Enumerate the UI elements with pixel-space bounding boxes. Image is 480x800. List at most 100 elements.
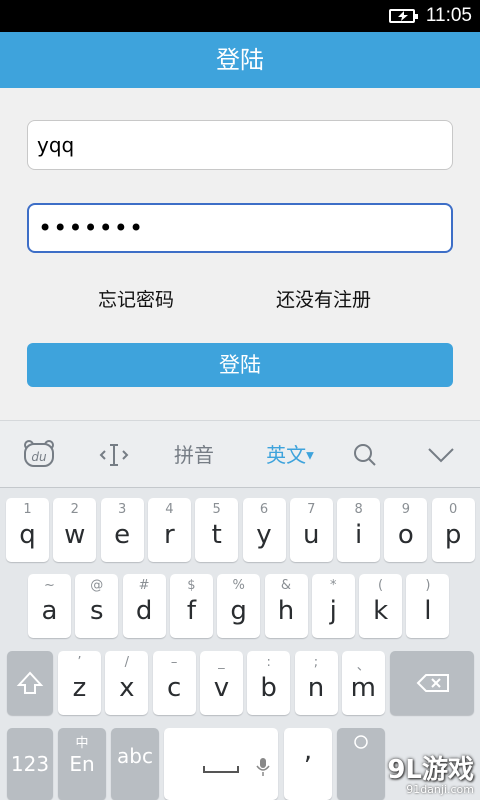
key-w[interactable]: 2w xyxy=(53,498,97,562)
password-field[interactable]: ••••••• xyxy=(27,203,453,253)
key-hint: ( xyxy=(378,578,384,593)
language-key-label: En xyxy=(69,752,95,776)
key-i[interactable]: 8i xyxy=(337,498,381,562)
space-key[interactable] xyxy=(164,728,278,800)
key-n[interactable]: ; n xyxy=(294,651,338,715)
key-hint: ; xyxy=(313,655,319,670)
backspace-key[interactable] xyxy=(390,651,474,715)
key-f[interactable]: $ f xyxy=(169,574,213,638)
key-label: n xyxy=(307,673,325,703)
emoji-key[interactable] xyxy=(337,728,385,800)
key-t[interactable]: 5t xyxy=(195,498,239,562)
key-y[interactable]: 6y xyxy=(242,498,286,562)
key-hint: ’ xyxy=(77,655,82,670)
key-hint: # xyxy=(138,578,150,593)
key-hint: : xyxy=(266,655,271,670)
cursor-move-icon[interactable] xyxy=(97,421,131,489)
keyboard: 1q2w3e4r5t6y7u8i9o0p ~ a @ s # d $ f% g & h * j(k) l … xyxy=(0,488,480,800)
numbers-key-label: 123 xyxy=(10,752,50,776)
key-p[interactable]: 0p xyxy=(431,498,475,562)
login-button[interactable]: 登陆 xyxy=(27,343,453,387)
key-hint: / xyxy=(124,655,129,670)
key-e[interactable]: 3e xyxy=(100,498,144,562)
ime-logo-text: du xyxy=(31,450,47,464)
key-label: g xyxy=(230,596,247,626)
forgot-password-link[interactable]: 忘记密码 xyxy=(98,285,174,312)
key-hint: ~ xyxy=(44,578,55,593)
key-label: y xyxy=(256,520,272,550)
shift-icon xyxy=(16,671,44,694)
key-label: a xyxy=(41,596,58,626)
key-z[interactable]: ’ z xyxy=(58,651,101,715)
key-h[interactable]: & h xyxy=(264,574,308,638)
key-hint: 1 xyxy=(23,502,32,517)
key-u[interactable]: 7u xyxy=(289,498,333,562)
comma-key[interactable]: , xyxy=(284,728,332,800)
key-label: b xyxy=(260,673,277,703)
key-q[interactable]: 1q xyxy=(6,498,49,562)
key-x[interactable]: / x xyxy=(105,651,149,715)
status-time: 11:05 xyxy=(425,5,472,26)
key-s[interactable]: @ s xyxy=(75,574,119,638)
key-label: s xyxy=(90,596,104,626)
key-label: p xyxy=(444,520,462,550)
key-hint: & xyxy=(280,578,292,593)
baidu-ime-logo-icon[interactable]: du xyxy=(22,421,56,489)
key-label: r xyxy=(164,520,175,550)
ime-pinyin-tab[interactable]: 拼音 xyxy=(166,421,222,489)
collapse-keyboard-icon[interactable] xyxy=(426,421,456,489)
key-l[interactable]: ) l xyxy=(406,574,450,638)
key-label: f xyxy=(186,596,196,626)
key-hint: 3 xyxy=(117,502,127,517)
key-c[interactable]: – c xyxy=(152,651,196,715)
key-label: o xyxy=(397,520,414,550)
language-key[interactable]: 中 En xyxy=(58,728,106,800)
status-bar: 11:05 xyxy=(0,0,480,32)
key-hint: – xyxy=(170,655,178,670)
key-label: l xyxy=(424,596,432,626)
watermark-logo: 9L游戏 xyxy=(387,755,474,785)
key-hint: 7 xyxy=(307,502,316,517)
register-link[interactable]: 还没有注册 xyxy=(276,285,371,312)
key-hint: 4 xyxy=(165,502,174,517)
key-label: z xyxy=(72,673,87,703)
key-o[interactable]: 9o xyxy=(384,498,428,562)
key-label: d xyxy=(135,596,153,626)
key-d[interactable]: # d xyxy=(122,574,166,638)
key-b[interactable]: :b xyxy=(247,651,291,715)
key-label: j xyxy=(329,596,337,626)
numbers-key[interactable]: 123 xyxy=(7,728,53,800)
key-v[interactable]: _ v xyxy=(199,651,243,715)
key-hint: 6 xyxy=(259,502,269,517)
key-label: h xyxy=(277,596,295,626)
key-j[interactable]: * j xyxy=(311,574,355,638)
key-label: m xyxy=(350,673,376,703)
key-hint: 8 xyxy=(354,502,363,517)
key-label: u xyxy=(303,520,320,550)
key-hint: 2 xyxy=(70,502,79,517)
language-key-hint: 中 xyxy=(75,736,89,751)
ime-english-tab[interactable]: 英文▼ xyxy=(260,421,320,489)
key-hint: @ xyxy=(90,578,104,593)
ime-toolbar: du 拼音 英文▼ xyxy=(0,420,480,488)
page-title: 登陆 xyxy=(0,32,480,88)
username-field[interactable]: yqq xyxy=(27,120,453,170)
emoji-icon xyxy=(354,735,368,749)
key-hint: 0 xyxy=(449,502,458,517)
key-m[interactable]: 、 m xyxy=(341,651,385,715)
key-a[interactable]: ~ a xyxy=(28,574,71,638)
key-label: v xyxy=(213,673,230,703)
key-k[interactable]: (k xyxy=(359,574,403,638)
abc-key-label: abc xyxy=(117,744,153,768)
dropdown-triangle-icon: ▼ xyxy=(306,450,314,462)
battery-charging-icon xyxy=(389,9,418,23)
search-icon[interactable] xyxy=(350,421,380,489)
key-g[interactable]: % g xyxy=(217,574,261,638)
key-r[interactable]: 4r xyxy=(147,498,191,562)
key-hint: 9 xyxy=(401,502,411,517)
key-label: i xyxy=(354,520,363,550)
key-label: c xyxy=(166,673,182,703)
shift-key[interactable] xyxy=(7,651,53,715)
key-hint: 、 xyxy=(356,659,370,674)
abc-key[interactable]: abc xyxy=(111,728,159,800)
